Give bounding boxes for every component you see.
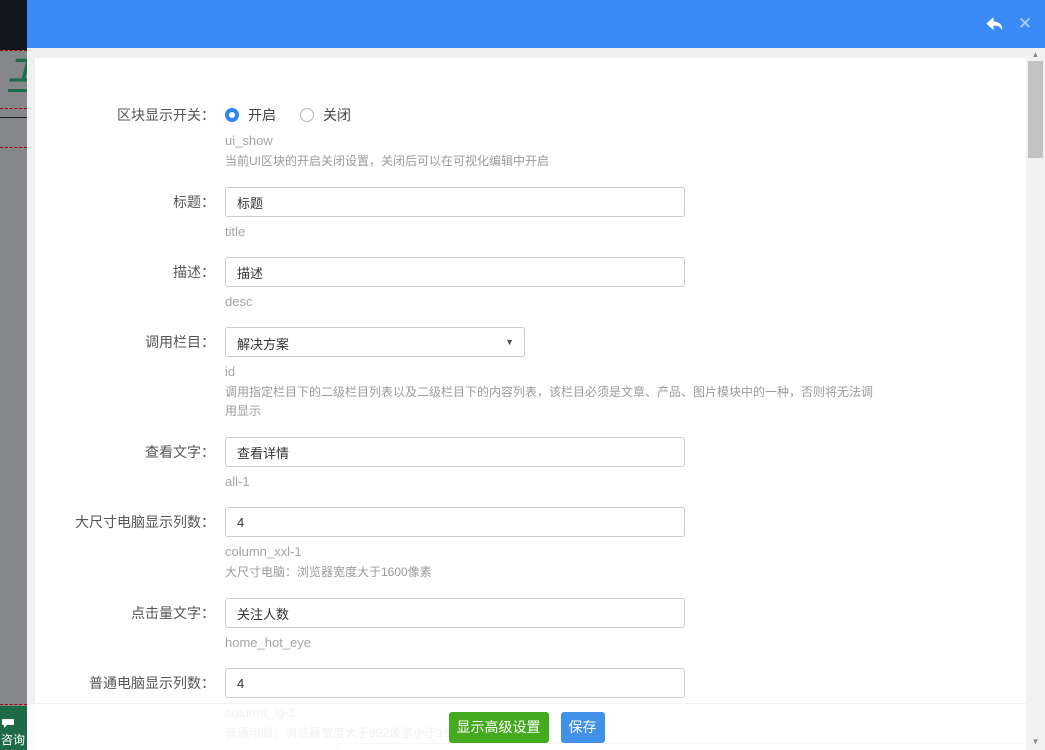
- field-code: id: [225, 364, 236, 379]
- consult-widget[interactable]: 咨询: [0, 706, 27, 750]
- scrollbar[interactable]: ▲ ▼: [1026, 48, 1045, 750]
- editor-outline: [0, 147, 27, 148]
- background-page-heading: 工: [8, 56, 27, 92]
- consult-label: 咨询: [1, 733, 26, 747]
- column_xxl-1-input[interactable]: [225, 507, 685, 537]
- chevron-down-icon: ▼: [505, 337, 514, 347]
- settings-dialog: 区块显示开关： 开启 关闭 ui_show 当前UI区块的开启关闭设置，关闭后可以在可视…: [35, 58, 1026, 750]
- dialog-header: ✕: [27, 0, 1045, 48]
- desc-input[interactable]: [225, 257, 685, 287]
- field-desc: 调用指定栏目下的二级栏目列表以及二级栏目下的内容列表，该栏目必须是文章、产品、图…: [225, 385, 874, 418]
- title-input[interactable]: [225, 187, 685, 217]
- field-row-id: 调用栏目： 解决方案 ▼ id 调用指定栏目下的二级栏目列表以及二级栏目下的内容列表，该…: [35, 327, 1026, 421]
- field-row-ui_show: 区块显示开关： 开启 关闭 ui_show 当前UI区块的开启关闭设置，关闭后可以在可视…: [35, 100, 1026, 171]
- save-button[interactable]: 保存: [560, 712, 605, 743]
- id-select[interactable]: 解决方案 ▼: [225, 327, 525, 357]
- field-code: title: [225, 224, 246, 239]
- field-code: ui_show: [225, 133, 273, 148]
- radio-icon[interactable]: [225, 108, 239, 122]
- undo-button[interactable]: [983, 14, 1005, 34]
- column_lg-1-input[interactable]: [225, 668, 685, 698]
- field-row-desc: 描述： desc: [35, 257, 1026, 311]
- scroll-down-icon[interactable]: ▼: [1026, 736, 1045, 748]
- divider: [0, 117, 27, 118]
- field-label: 查看文字：: [145, 444, 215, 460]
- form-rows: 区块显示开关： 开启 关闭 ui_show 当前UI区块的开启关闭设置，关闭后可以在可视…: [35, 58, 1026, 743]
- radio-option-1[interactable]: 关闭: [300, 105, 351, 125]
- field-row-home_hot_eye: 点击量文字： home_hot_eye: [35, 598, 1026, 652]
- field-label: 区块显示开关：: [117, 107, 215, 123]
- field-desc: 当前UI区块的开启关闭设置，关闭后可以在可视化编辑中开启: [225, 154, 550, 168]
- field-desc: 大尺寸电脑：浏览器宽度大于1600像素: [225, 565, 432, 579]
- field-label: 点击量文字：: [131, 605, 215, 621]
- scroll-up-icon[interactable]: ▲: [1026, 49, 1045, 61]
- editor-outline: [0, 108, 27, 109]
- field-code: all-1: [225, 474, 250, 489]
- field-code: home_hot_eye: [225, 635, 312, 650]
- show-advanced-settings-button[interactable]: 显示高级设置: [448, 712, 549, 743]
- field-label: 调用栏目：: [145, 334, 215, 350]
- close-icon[interactable]: ✕: [1015, 13, 1035, 35]
- field-row-all-1: 查看文字： all-1: [35, 437, 1026, 491]
- select-value: 解决方案: [237, 337, 290, 352]
- field-label: 标题：: [173, 194, 215, 210]
- dialog-footer: 显示高级设置 保存: [27, 703, 1026, 750]
- editor-outline: [0, 50, 27, 51]
- editor-outline: [0, 704, 27, 705]
- radio-label: 开启: [248, 107, 276, 123]
- field-row-title: 标题： title: [35, 187, 1026, 241]
- undo-arrow-icon: [983, 17, 1005, 38]
- home_hot_eye-input[interactable]: [225, 598, 685, 628]
- radio-option-0[interactable]: 开启: [225, 105, 276, 125]
- scrollbar-thumb[interactable]: [1028, 61, 1043, 158]
- background-page-header: [0, 0, 27, 50]
- field-code: column_xxl-1: [225, 544, 302, 559]
- radio-icon[interactable]: [300, 108, 314, 122]
- radio-label: 关闭: [323, 107, 351, 123]
- field-code: desc: [225, 294, 253, 309]
- all-1-input[interactable]: [225, 437, 685, 467]
- background-page-strip: 工 咨询: [0, 0, 27, 750]
- field-label: 描述：: [173, 264, 215, 280]
- field-row-column_xxl-1: 大尺寸电脑显示列数： column_xxl-1 大尺寸电脑：浏览器宽度大于1600像…: [35, 507, 1026, 582]
- field-label: 大尺寸电脑显示列数：: [75, 514, 215, 530]
